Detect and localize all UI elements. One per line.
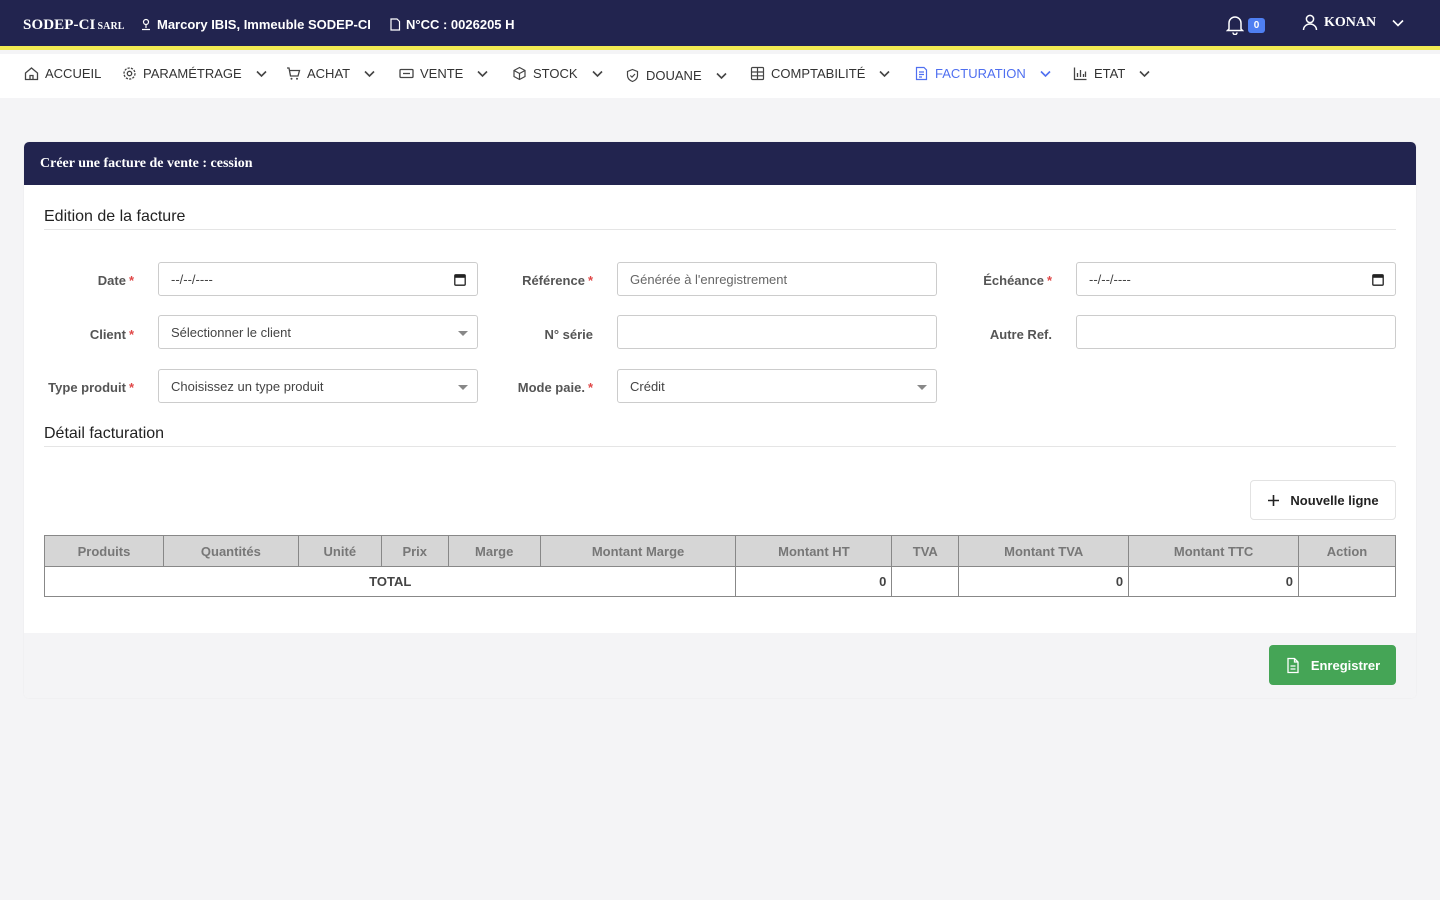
col-montant-marge: Montant Marge [539,535,737,567]
total-label: TOTAL [43,566,737,597]
company-ncc: N°CC : 0026205 H [389,17,515,32]
col-marge: Marge [447,535,541,567]
nav-item-comptabilite[interactable]: COMPTABILITÉ [750,66,890,81]
total-tva-cell [891,566,960,597]
company-address: Marcory IBIS, Immeuble SODEP-CI [140,17,371,32]
user-icon [1302,14,1318,31]
chevron-down-icon [1139,70,1150,77]
section-divider [44,446,1396,447]
date-field[interactable]: --/--/---- [158,262,478,296]
autre-ref-label: Autre Ref. [989,327,1052,342]
invoice-card: Créer une facture de vente : cession Edi… [24,142,1416,698]
col-prix: Prix [380,535,449,567]
top-bar: SODEP-CI SARL Marcory IBIS, Immeuble SODE… [0,0,1440,50]
user-menu[interactable]: KONAN [1302,14,1404,31]
table-total-row: TOTAL 0 0 0 [43,566,1396,597]
date-label: Date * [97,273,134,288]
col-montant-ttc: Montant TTC [1128,535,1299,567]
reference-label: Référence * [522,273,593,288]
chart-icon [1073,67,1087,81]
nav-item-douane[interactable]: DOUANE [625,68,727,83]
type-produit-select[interactable]: Choisissez un type produit [158,369,478,403]
total-montant-ttc: 0 [1128,566,1299,597]
detail-section-title: Détail facturation [44,425,165,442]
chevron-down-icon [716,72,727,79]
chevron-down-icon [256,70,267,77]
type-produit-label: Type produit * [48,380,134,395]
col-montant-ht: Montant HT [735,535,893,567]
col-unite: Unité [297,535,382,567]
edition-section-title: Edition de la facture [44,208,186,225]
mode-paie-label: Mode paie. * [517,380,593,395]
nav-item-achat[interactable]: ACHAT [286,66,375,81]
calendar-icon[interactable] [1372,273,1384,286]
user-name: KONAN [1324,14,1377,30]
chevron-down-icon [364,70,375,77]
chevron-down-icon [1040,70,1051,77]
chevron-down-icon [477,70,488,77]
mode-paie-select[interactable]: Crédit [617,369,937,403]
document-icon [390,18,401,31]
dropdown-caret-icon [458,385,468,390]
settings-icon [123,67,136,80]
serie-field[interactable] [617,315,937,349]
box-icon [513,66,526,81]
save-button[interactable]: Enregistrer [1269,645,1396,685]
table-header-row: Produits Quantités Unité Prix Marge Mont… [44,535,1396,567]
plus-icon [1268,494,1280,506]
card-footer: Enregistrer [24,633,1416,698]
nav-item-vente[interactable]: VENTE [399,66,488,81]
notification-badge: 0 [1248,18,1265,33]
col-produits: Produits [44,535,164,567]
nav-item-accueil[interactable]: ACCUEIL [24,66,101,81]
calendar-icon[interactable] [454,273,466,286]
nav-item-facturation[interactable]: FACTURATION [914,66,1051,81]
chevron-down-icon [879,70,890,77]
ticket-icon [399,68,414,79]
total-action-cell [1298,566,1396,597]
brand-logo: SODEP-CI SARL [23,17,125,33]
client-label: Client * [89,327,134,342]
shield-icon [626,68,639,83]
home-icon [24,67,39,81]
total-montant-tva: 0 [958,566,1130,597]
col-tva: TVA [891,535,960,567]
calculator-icon [750,66,765,81]
brand-suffix: SARL [97,21,125,32]
cart-icon [287,67,301,80]
location-icon [142,18,150,31]
col-action: Action [1298,535,1396,567]
bell-icon[interactable] [1226,15,1244,35]
nav-item-parametrage[interactable]: PARAMÉTRAGE [122,66,267,81]
section-divider [44,229,1396,230]
chevron-down-icon [1392,19,1404,27]
echeance-label: Échéance * [983,273,1052,288]
card-title: Créer une facture de vente : cession [24,142,1416,185]
echeance-field[interactable]: --/--/---- [1076,262,1396,296]
nav-item-stock[interactable]: STOCK [512,66,603,81]
reference-field[interactable]: Générée à l'enregistrement [617,262,937,296]
chevron-down-icon [591,70,603,77]
col-montant-tva: Montant TVA [958,535,1130,567]
invoice-icon [915,66,928,81]
save-document-icon [1287,657,1299,673]
dropdown-caret-icon [917,385,927,390]
col-quantites: Quantités [162,535,299,567]
serie-label: N° série [544,327,593,342]
dropdown-caret-icon [458,331,468,336]
new-line-button[interactable]: Nouvelle ligne [1250,480,1396,520]
main-nav: ACCUEIL PARAMÉTRAGE ACHAT VENTE STOCK DO… [0,54,1440,98]
autre-ref-field[interactable] [1076,315,1396,349]
total-montant-ht: 0 [735,566,893,597]
nav-item-etat[interactable]: ETAT [1073,66,1150,81]
invoice-lines-table: Produits Quantités Unité Prix Marge Mont… [43,535,1396,597]
client-select[interactable]: Sélectionner le client [158,315,478,349]
